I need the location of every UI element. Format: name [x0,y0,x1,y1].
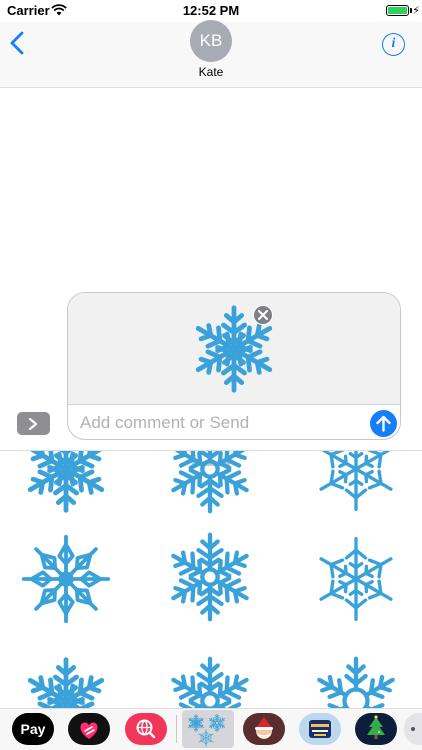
snowflake-sticker-1[interactable] [18,450,114,517]
santa-icon [255,717,273,739]
remove-sticker-button[interactable] [253,305,273,325]
snowflake-sticker-6[interactable] [308,531,404,627]
status-bar: Carrier 12:52 PM ⚡ [0,0,422,22]
images-search-app[interactable] [125,713,167,745]
digital-touch-app[interactable] [68,713,110,745]
expand-button[interactable] [17,412,50,435]
sticker-drawer [0,450,422,708]
snowflake-sticker-2[interactable] [162,450,258,517]
snowflake-sticker-3[interactable] [308,450,404,517]
info-button[interactable]: i [382,33,405,56]
apple-pay-app[interactable]: Pay [12,713,54,745]
back-button[interactable] [10,31,32,59]
snowflake-stickers-app[interactable] [182,710,234,748]
snowflake-sticker-7[interactable] [18,653,114,708]
snowflake-sticker-8[interactable] [162,653,258,708]
contact-avatar[interactable]: KB [190,20,232,62]
app-strip-separator [176,715,177,743]
sticker-preview-area [68,293,400,405]
dots-icon [411,727,415,731]
apple-pay-label: Pay [20,721,46,737]
happy-new-year-stickers-app[interactable] [299,713,341,745]
close-icon [258,310,268,320]
snowflake-sticker-9[interactable] [308,653,404,708]
comment-input[interactable] [80,411,360,435]
send-button[interactable] [370,410,397,437]
santa-stickers-app[interactable] [243,713,285,745]
contact-name[interactable]: Kate [0,65,422,79]
chevron-right-icon [28,418,38,430]
heart-icon [80,722,98,739]
more-apps-button[interactable] [404,713,422,745]
app-strip: Pay [0,708,422,750]
clock: 12:52 PM [182,3,240,18]
chevron-left-icon [10,31,24,55]
battery-icon [386,5,409,16]
charging-bolt-icon: ⚡ [412,5,420,17]
compose-field [67,292,401,440]
conversation-header: KB Kate i [0,20,422,88]
snowflake-sticker-5[interactable] [162,529,258,625]
snowflake-sticker-4[interactable] [18,531,114,627]
christmas-tree-icon [367,715,385,739]
christmas-tree-stickers-app[interactable] [355,713,397,745]
search-globe-icon [136,719,156,739]
new-year-badge-icon [309,720,331,738]
snowflake-icon [182,710,234,748]
arrow-up-icon [376,415,391,432]
